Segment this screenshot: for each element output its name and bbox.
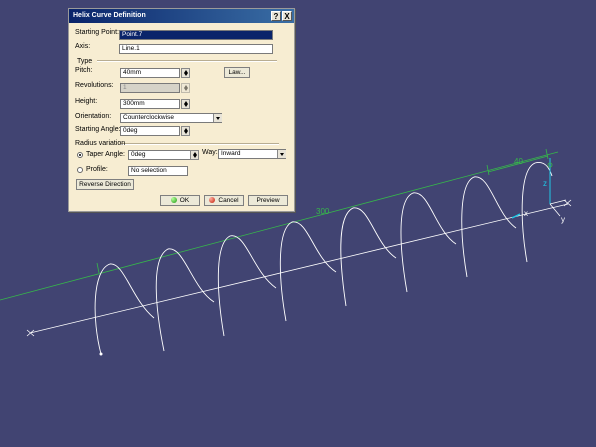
orientation-select[interactable]: Counterclockwise	[120, 113, 222, 123]
cancel-button[interactable]: Cancel	[204, 195, 244, 206]
dialog-titlebar[interactable]: Helix Curve Definition ? X	[69, 9, 294, 23]
compass-x-label: x	[524, 209, 528, 218]
axis-end-marker	[563, 199, 572, 207]
taper-angle-spinner[interactable]	[190, 150, 199, 160]
axis-start-marker	[26, 329, 35, 337]
way-select[interactable]: Inward	[218, 149, 286, 159]
compass-icon[interactable]: z x y	[511, 158, 567, 224]
helix-curve-dialog: Helix Curve Definition ? X Starting Poin…	[68, 8, 295, 212]
starting-angle-field[interactable]: 0deg	[120, 126, 180, 136]
helix-start-point[interactable]	[99, 352, 103, 356]
help-button[interactable]: ?	[271, 11, 281, 21]
starting-point-label: Starting Point:	[75, 29, 119, 36]
pitch-label: Pitch:	[75, 67, 93, 74]
starting-point-field[interactable]: Point.7	[119, 30, 273, 40]
pitch-annotation: 40	[514, 157, 523, 166]
reverse-direction-button[interactable]: Reverse Direction	[76, 179, 134, 190]
revolutions-label: Revolutions:	[75, 82, 114, 89]
axis-label: Axis:	[75, 43, 91, 50]
starting-angle-spinner[interactable]	[181, 126, 190, 136]
taper-angle-radio[interactable]	[77, 152, 83, 158]
type-group-label: Type	[77, 58, 93, 65]
cancel-label: Cancel	[218, 197, 239, 204]
cancel-icon	[209, 197, 216, 203]
ok-icon	[170, 197, 177, 203]
ok-button[interactable]: OK	[160, 195, 200, 206]
pitch-spinner[interactable]	[181, 68, 190, 78]
taper-angle-field[interactable]: 0deg	[128, 150, 192, 160]
revolutions-field: 1	[120, 83, 180, 93]
profile-field[interactable]: No selection	[128, 166, 188, 176]
height-field[interactable]: 300mm	[120, 99, 180, 109]
compass-z-label: z	[543, 179, 547, 188]
starting-angle-label: Starting Angle:	[75, 126, 121, 133]
profile-radio[interactable]	[77, 167, 83, 173]
type-separator	[97, 60, 277, 62]
preview-button[interactable]: Preview	[248, 195, 288, 206]
law-button[interactable]: Law...	[224, 67, 250, 78]
profile-label: Profile:	[86, 166, 108, 173]
height-spinner[interactable]	[181, 99, 190, 109]
orientation-label: Orientation:	[75, 113, 112, 120]
axis-field[interactable]: Line.1	[119, 44, 273, 54]
pitch-field[interactable]: 40mm	[120, 68, 180, 78]
height-annotation: 300	[316, 207, 330, 216]
compass-y-label: y	[561, 215, 565, 224]
revolutions-spinner	[181, 83, 190, 93]
orientation-dropdown-icon[interactable]	[213, 114, 222, 122]
radius-separator	[121, 143, 279, 145]
taper-angle-label: Taper Angle:	[86, 151, 125, 158]
way-dropdown-icon[interactable]	[277, 150, 286, 158]
dialog-title: Helix Curve Definition	[73, 12, 146, 19]
height-label: Height:	[75, 98, 98, 105]
close-button[interactable]: X	[282, 11, 292, 21]
ok-label: OK	[179, 197, 190, 204]
way-label: Way:	[202, 149, 218, 156]
radius-variation-label: Radius variation	[75, 140, 126, 147]
